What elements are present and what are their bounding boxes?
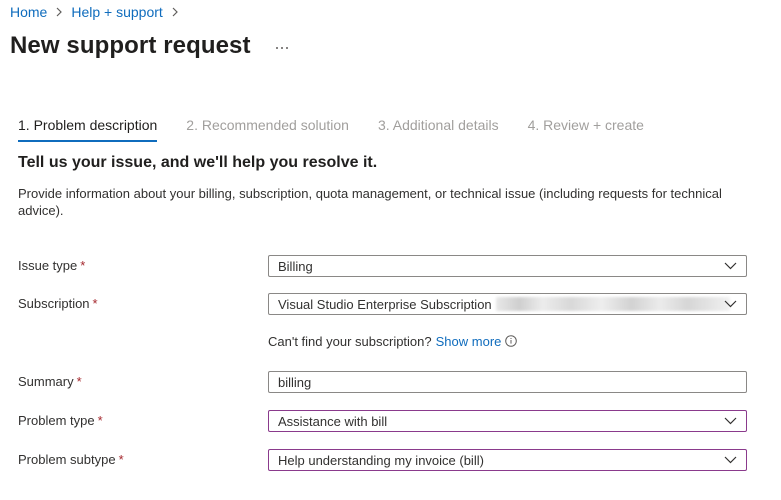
- subscription-label-text: Subscription: [18, 296, 90, 311]
- problem-type-dropdown[interactable]: Assistance with bill: [268, 410, 747, 432]
- subscription-label: Subscription *: [18, 293, 98, 315]
- problem-subtype-value: Help understanding my invoice (bill): [278, 452, 484, 468]
- tab-problem-description[interactable]: 1. Problem description: [18, 114, 158, 142]
- summary-field[interactable]: [268, 371, 747, 393]
- section-description: Provide information about your billing, …: [18, 186, 722, 218]
- chevron-down-icon: [724, 417, 737, 425]
- problem-subtype-dropdown[interactable]: Help understanding my invoice (bill): [268, 449, 747, 471]
- chevron-down-icon: [724, 456, 737, 464]
- problem-type-label: Problem type *: [18, 410, 103, 432]
- required-marker: *: [97, 413, 103, 428]
- breadcrumb: Home Help + support: [10, 3, 187, 21]
- redacted-subscription-id: [495, 297, 730, 311]
- section-heading: Tell us your issue, and we'll help you r…: [18, 154, 378, 171]
- required-marker: *: [80, 258, 86, 273]
- more-options-button[interactable]: [275, 41, 289, 55]
- required-marker: *: [118, 452, 124, 467]
- summary-label: Summary *: [18, 371, 82, 393]
- issue-type-value: Billing: [278, 258, 313, 274]
- ellipsis-icon: [275, 46, 288, 49]
- breadcrumb-home-link[interactable]: Home: [10, 4, 47, 20]
- chevron-right-icon: [171, 7, 179, 17]
- subscription-helper: Can't find your subscription? Show more: [268, 332, 518, 350]
- problem-type-value: Assistance with bill: [278, 413, 388, 429]
- issue-type-dropdown[interactable]: Billing: [268, 255, 747, 277]
- subscription-value: Visual Studio Enterprise Subscription: [278, 296, 492, 312]
- tab-additional-details[interactable]: 3. Additional details: [378, 114, 499, 140]
- subscription-dropdown[interactable]: Visual Studio Enterprise Subscription: [268, 293, 747, 315]
- chevron-down-icon: [724, 262, 737, 270]
- show-more-link[interactable]: Show more: [436, 334, 502, 349]
- problem-subtype-label: Problem subtype *: [18, 449, 124, 471]
- issue-type-label-text: Issue type: [18, 258, 78, 273]
- issue-type-label: Issue type *: [18, 255, 85, 277]
- chevron-right-icon: [55, 7, 63, 17]
- summary-input[interactable]: [278, 374, 746, 390]
- info-icon[interactable]: [505, 335, 518, 347]
- tab-recommended-solution[interactable]: 2. Recommended solution: [186, 114, 349, 140]
- tab-review-create[interactable]: 4. Review + create: [528, 114, 644, 140]
- required-marker: *: [76, 374, 82, 389]
- support-request-page: Home Help + support New support request …: [0, 0, 781, 500]
- problem-subtype-label-text: Problem subtype: [18, 452, 116, 467]
- chevron-down-icon: [724, 300, 737, 308]
- wizard-tabs: 1. Problem description 2. Recommended so…: [18, 114, 673, 142]
- page-title: New support request: [10, 32, 251, 59]
- subscription-helper-text: Can't find your subscription?: [268, 333, 432, 349]
- problem-type-label-text: Problem type: [18, 413, 95, 428]
- required-marker: *: [92, 296, 98, 311]
- title-row: New support request: [10, 30, 289, 62]
- breadcrumb-help-support-link[interactable]: Help + support: [71, 4, 162, 20]
- summary-label-text: Summary: [18, 374, 74, 389]
